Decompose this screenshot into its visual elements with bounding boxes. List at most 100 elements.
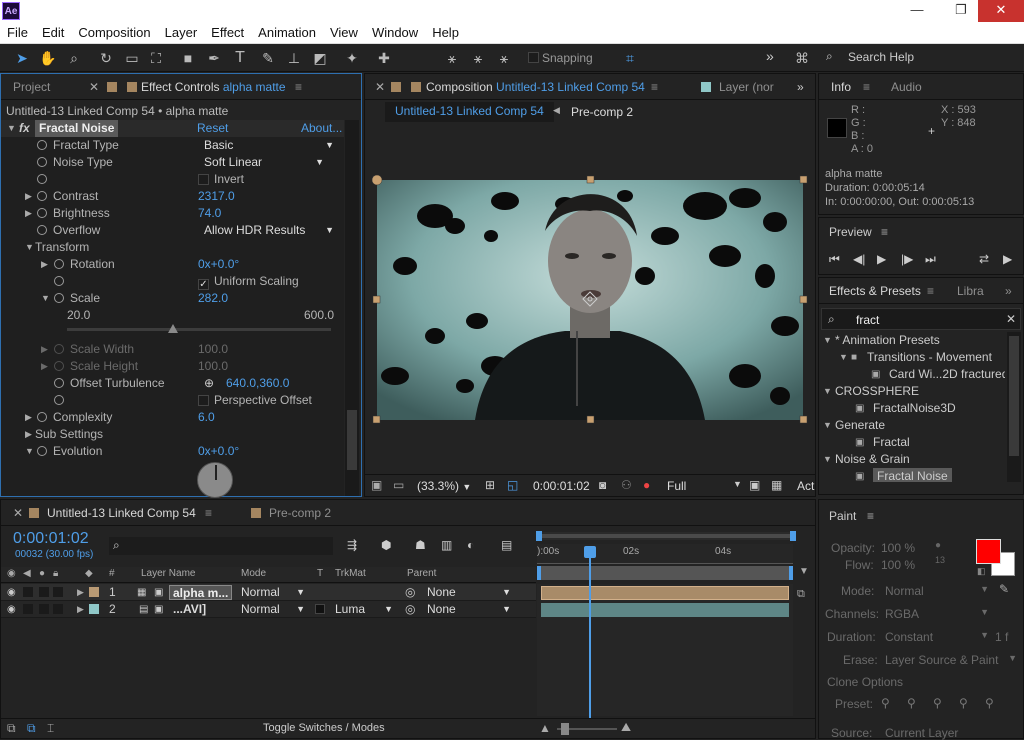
stopwatch-icon[interactable]: [54, 358, 64, 375]
close-button[interactable]: ✕: [978, 0, 1024, 22]
ram-preview-icon[interactable]: ▶: [1003, 252, 1012, 266]
layer-mode-dropdown[interactable]: Normal ▼: [241, 601, 307, 617]
panel-menu-icon[interactable]: ≡: [295, 80, 302, 94]
effects-tree-item[interactable]: ▼ * Animation Presets: [819, 332, 1005, 349]
source-dropdown[interactable]: Current Layer: [885, 726, 1017, 740]
audio-toggle-icon[interactable]: ◀: [23, 568, 31, 579]
eyedropper-icon[interactable]: ✎: [999, 582, 1009, 596]
layer-name[interactable]: alpha m...: [169, 585, 233, 600]
shy-icon[interactable]: ☗: [415, 538, 426, 552]
clone-preset-5-icon[interactable]: ⚲: [985, 696, 994, 710]
panel-menu-icon[interactable]: ≡: [867, 509, 874, 523]
effect-name[interactable]: Fractal Noise: [35, 120, 119, 137]
tab-audio[interactable]: Audio: [891, 80, 922, 94]
stopwatch-icon[interactable]: [54, 341, 64, 358]
invert-checkbox[interactable]: [198, 171, 209, 188]
mode-dropdown[interactable]: Normal ▼: [885, 584, 989, 598]
clone-stamp-tool-icon[interactable]: ⊥: [284, 48, 304, 68]
menu-edit[interactable]: Edit: [35, 22, 71, 40]
label-icon[interactable]: ◆: [85, 568, 93, 579]
layer-row[interactable]: ◉ ▶ 2 ▤ ▣ ...AVI] Normal ▼ Luma ▼ ◎ None ▼: [1, 601, 536, 618]
scale-slider-thumb[interactable]: [167, 324, 178, 333]
play-icon[interactable]: ▶: [877, 252, 886, 266]
layer-parent-dropdown[interactable]: None ▼: [427, 584, 513, 600]
region-of-interest-icon[interactable]: ▣: [749, 478, 760, 492]
channel-icon[interactable]: ●: [643, 478, 650, 492]
tab-libraries[interactable]: Libra: [957, 284, 984, 298]
menu-layer[interactable]: Layer: [158, 22, 205, 40]
chevron-down-icon[interactable]: ▼: [733, 479, 742, 489]
stopwatch-icon[interactable]: [37, 171, 47, 188]
timeline-zoom-slider[interactable]: [557, 723, 617, 735]
menu-help[interactable]: Help: [425, 22, 466, 40]
minimize-button[interactable]: —: [902, 0, 932, 22]
stopwatch-icon[interactable]: [37, 409, 47, 426]
effects-tree-item[interactable]: ▼ CROSSPHERE: [819, 383, 1005, 400]
effects-tree-item[interactable]: ▣ Card Wi...2D fractured: [819, 366, 1005, 383]
menu-view[interactable]: View: [323, 22, 365, 40]
tab-info[interactable]: Info: [831, 80, 851, 94]
menu-file[interactable]: File: [0, 22, 35, 40]
lock-icon[interactable]: [391, 80, 401, 94]
puppet-pin-tool-icon[interactable]: ✚: [374, 48, 394, 68]
lock-icon[interactable]: 🔒︎: [53, 568, 58, 579]
scale-slider-track[interactable]: [67, 324, 331, 333]
rotate-tool-icon[interactable]: ↻: [96, 48, 116, 68]
stopwatch-icon[interactable]: [54, 375, 64, 392]
rotation-value[interactable]: 0x+0.0°: [198, 256, 239, 273]
effects-tree-item[interactable]: ▼ Noise & Grain: [819, 451, 1005, 468]
evolution-value[interactable]: 0x+0.0°: [198, 443, 239, 460]
close-tab-icon[interactable]: ✕: [375, 80, 385, 94]
uniform-scaling-checkbox[interactable]: ✓: [198, 273, 209, 290]
transparency-grid-icon[interactable]: ▦: [771, 478, 782, 492]
effects-search-input[interactable]: ⌕ fract ✕: [821, 308, 1021, 330]
snap-option-icon[interactable]: ⌗: [620, 48, 640, 68]
stopwatch-icon[interactable]: [37, 188, 47, 205]
duration-frames[interactable]: 1 f: [995, 630, 1008, 644]
zoom-dropdown[interactable]: (33.3%) ▼: [417, 479, 471, 493]
snapping-checkbox[interactable]: [528, 52, 539, 63]
roto-brush-tool-icon[interactable]: ✦: [342, 48, 362, 68]
scale-value[interactable]: 282.0: [198, 290, 228, 307]
comp-mini-flowchart-icon[interactable]: ⇶: [347, 538, 357, 552]
pen-tool-icon[interactable]: ✒: [204, 48, 224, 68]
next-frame-icon[interactable]: |▶︎: [901, 252, 913, 266]
brush-tool-icon[interactable]: ✎: [258, 48, 278, 68]
tabs-more-button[interactable]: »: [797, 80, 804, 94]
restore-button[interactable]: ❐: [946, 0, 976, 22]
offset-turbulence-value[interactable]: 640.0,360.0: [226, 375, 289, 392]
layer-row[interactable]: ◉ ▶ 1 ▦ ▣ alpha m... Normal ▼ ◎ None ▼: [1, 584, 536, 601]
stopwatch-icon[interactable]: [37, 222, 47, 239]
hand-tool-icon[interactable]: ✋: [38, 48, 58, 68]
expand-icon[interactable]: ▶: [41, 358, 48, 375]
effects-tree-item[interactable]: ▣ Fractal Noise: [819, 468, 1005, 482]
zoom-in-icon[interactable]: ⛰: [621, 720, 631, 735]
solo-icon[interactable]: ●: [39, 568, 45, 579]
effects-tree-item[interactable]: ▼ Generate: [819, 417, 1005, 434]
tab-effect-controls[interactable]: Effect Controls alpha matte: [127, 80, 286, 94]
menu-animation[interactable]: Animation: [251, 22, 323, 40]
work-area-bar[interactable]: [537, 566, 793, 580]
stopwatch-icon[interactable]: [54, 290, 64, 307]
last-frame-icon[interactable]: ⏭: [925, 252, 936, 267]
expand-icon[interactable]: ▶: [25, 188, 32, 205]
expand-icon[interactable]: ▶: [25, 409, 32, 426]
expand-icon[interactable]: ▶: [77, 584, 84, 601]
mask-visibility-icon[interactable]: ◱: [507, 478, 518, 492]
menu-composition[interactable]: Composition: [71, 22, 157, 40]
effects-scrollbar[interactable]: [1007, 332, 1021, 482]
expand-icon[interactable]: ▶: [25, 205, 32, 222]
graph-editor-icon[interactable]: ▤: [501, 538, 512, 552]
local-axis-icon[interactable]: ⚹: [442, 48, 462, 68]
loop-icon[interactable]: ⇄: [979, 252, 989, 266]
opacity-value[interactable]: 100 %: [881, 541, 915, 555]
overflow-dropdown[interactable]: Allow HDR Results ▼: [204, 222, 336, 239]
clone-preset-2-icon[interactable]: ⚲: [907, 696, 916, 710]
layer-label-color[interactable]: [89, 587, 99, 597]
pan-behind-tool-icon[interactable]: ⛶: [146, 48, 166, 68]
eye-icon[interactable]: ◉: [7, 584, 16, 601]
composition-viewer[interactable]: [365, 126, 815, 472]
pick-whip-icon[interactable]: ◎: [405, 584, 415, 601]
brush-tip-icon[interactable]: ●: [935, 540, 941, 551]
effects-tree-item[interactable]: ▣ Fractal: [819, 434, 1005, 451]
